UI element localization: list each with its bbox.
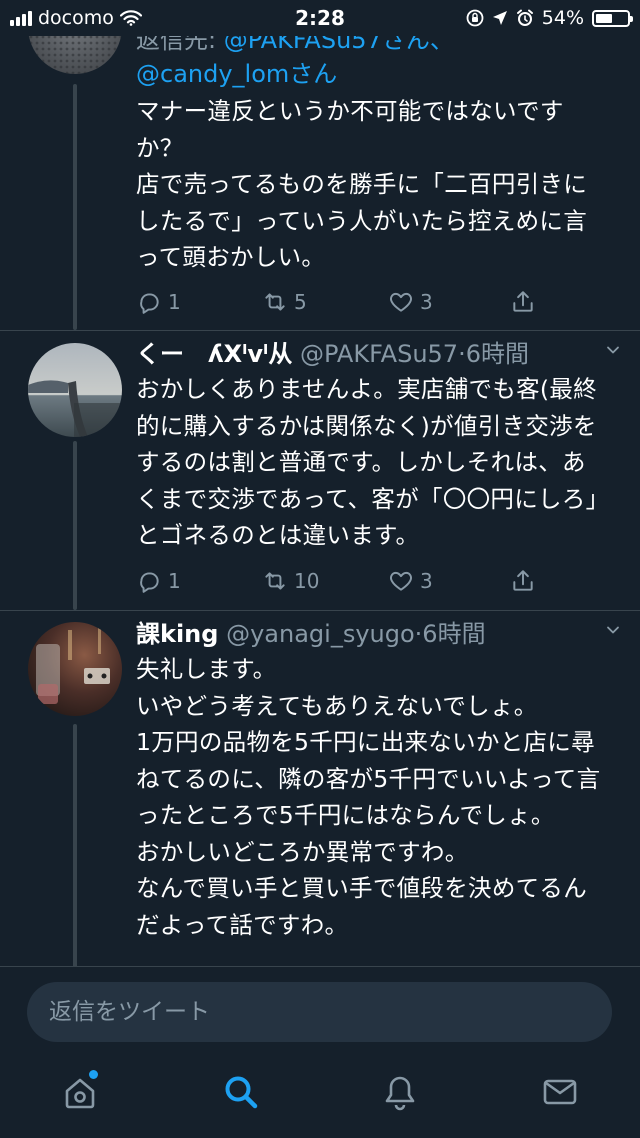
- tab-bar: [0, 1054, 640, 1138]
- retweet-count: 5: [294, 290, 307, 314]
- user-handle[interactable]: @yanagi_syugo: [226, 620, 415, 648]
- avatar[interactable]: [28, 622, 122, 716]
- avatar[interactable]: [28, 343, 122, 437]
- reply-button[interactable]: 1: [136, 566, 262, 596]
- battery-icon: [592, 9, 633, 27]
- reply-button[interactable]: 1: [136, 287, 262, 317]
- like-count: 3: [420, 569, 433, 593]
- tweet-actions: 1 5 3: [136, 287, 556, 317]
- notifications-icon: [385, 1076, 415, 1111]
- share-icon: [513, 570, 533, 591]
- reply-input[interactable]: 返信をツイート: [27, 982, 612, 1042]
- retweet-button[interactable]: 10: [262, 566, 388, 596]
- notification-dot: [89, 1070, 98, 1079]
- chevron-down-icon[interactable]: [606, 343, 620, 357]
- tweet-thread: 返信先: @PAKFASu57さん、 @candy_lomさん マナー違反という…: [0, 0, 640, 968]
- tweet-text: おかしくありませんよ。実店舗でも客(最終的に購入するかは関係なく)が値引き交渉を…: [136, 375, 598, 549]
- tweet-text: 失礼します。 いやどう考えてもありえないでしょ。 1万円の品物を5千円に出来ない…: [136, 655, 601, 939]
- messages-icon: [543, 1079, 577, 1105]
- tweet-text: マナー違反というか不可能ではないですか？ 店で売ってるものを勝手に「二百円引きに…: [136, 97, 588, 271]
- user-handle[interactable]: @PAKFASu57: [300, 340, 458, 368]
- tweet-time: ·6時間: [458, 340, 529, 368]
- like-button[interactable]: 3: [388, 287, 514, 317]
- alarm-icon: [516, 9, 533, 26]
- chevron-down-icon[interactable]: [606, 623, 620, 637]
- tweet[interactable]: 課king @yanagi_syugo·6時間 失礼します。 いやどう考えてもあ…: [0, 611, 640, 968]
- share-button[interactable]: [510, 287, 536, 317]
- mention-link[interactable]: @candy_lomさん: [136, 60, 337, 88]
- status-bar: docomo 2:28 54%: [0, 0, 640, 36]
- like-button[interactable]: 3: [388, 566, 514, 596]
- tweet-header: 課king @yanagi_syugo·6時間: [136, 617, 606, 651]
- heart-icon: [390, 571, 412, 591]
- retweet-icon: [265, 293, 285, 311]
- share-button[interactable]: [510, 566, 536, 596]
- retweet-count: 10: [294, 569, 320, 593]
- share-icon: [513, 291, 533, 312]
- tab-search[interactable]: [221, 1072, 261, 1112]
- battery-percent: 54%: [541, 7, 584, 29]
- location-icon: [492, 11, 507, 25]
- tweet[interactable]: 返信先: @PAKFASu57さん、 @candy_lomさん マナー違反という…: [0, 0, 640, 330]
- display-name[interactable]: 課king: [136, 620, 218, 648]
- tweet-time: ·6時間: [414, 620, 486, 648]
- tweet[interactable]: くー ʎXˡvˡ从 @PAKFASu57·6時間 おかしくありませんよ。実店舗で…: [0, 331, 640, 610]
- reply-composer: 返信をツイート: [0, 966, 640, 1055]
- retweet-button[interactable]: 5: [262, 287, 388, 317]
- reply-count: 1: [168, 569, 181, 593]
- reply-icon: [140, 293, 159, 314]
- retweet-icon: [265, 572, 285, 590]
- tab-home[interactable]: [60, 1070, 100, 1112]
- orientation-lock-icon: [466, 9, 484, 27]
- search-icon: [225, 1076, 258, 1109]
- reply-count: 1: [168, 290, 181, 314]
- like-count: 3: [420, 290, 433, 314]
- thread-line: [73, 441, 77, 610]
- tab-notifications[interactable]: [380, 1072, 420, 1112]
- reply-icon: [140, 572, 159, 593]
- tab-messages[interactable]: [540, 1072, 580, 1112]
- tweet-header: くー ʎXˡvˡ从 @PAKFASu57·6時間: [136, 337, 606, 371]
- display-name[interactable]: くー ʎXˡvˡ从: [136, 340, 292, 368]
- heart-icon: [390, 292, 412, 312]
- thread-line: [73, 724, 77, 968]
- thread-line: [73, 84, 77, 330]
- tweet-actions: 1 10 3: [136, 566, 556, 596]
